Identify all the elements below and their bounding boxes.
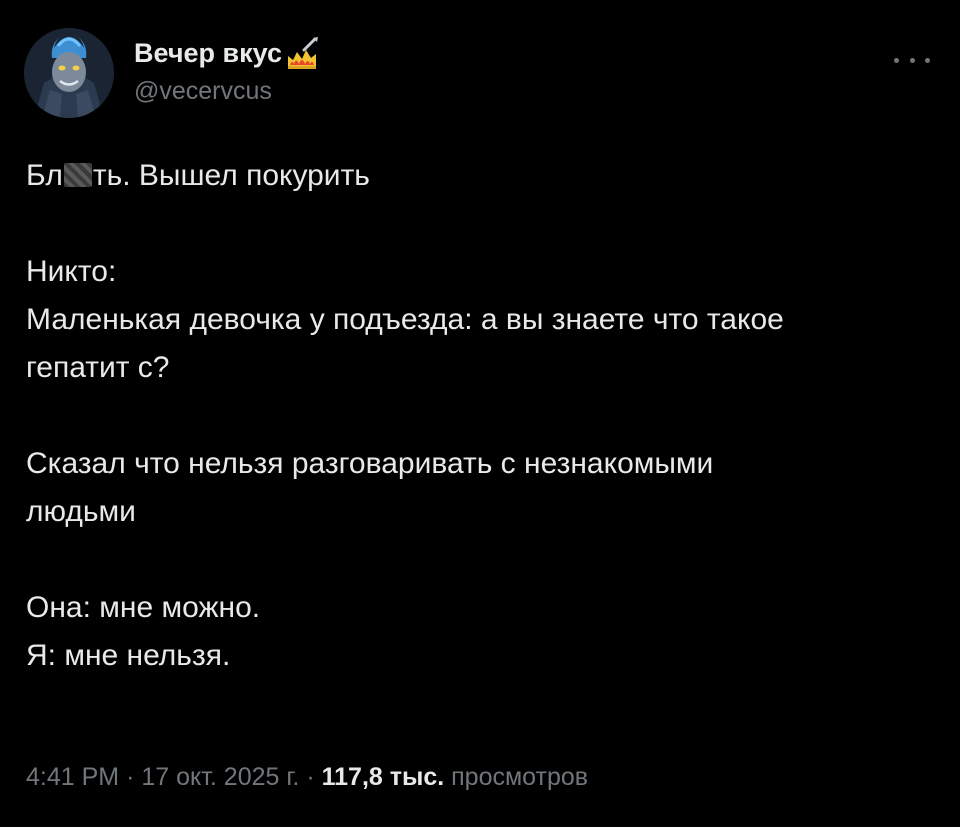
views-label: просмотров	[451, 763, 589, 791]
tweet-line-7: Она: мне можно.	[26, 591, 261, 624]
author-display-name[interactable]: Вечер вкус	[134, 36, 282, 70]
tweet-line-3: Маленькая девочка у подъезда: а вы знает…	[26, 303, 784, 336]
post-time[interactable]: 4:41 PM	[26, 763, 119, 791]
tweet-line-8: Я: мне нельзя.	[26, 639, 231, 672]
censor-blur	[63, 163, 92, 187]
tweet-line-1-prefix: Бл	[26, 159, 63, 192]
tweet-line-1: Бл ть. Вышел покурить	[26, 152, 941, 200]
tweet-line-5: Сказал что нельзя разговаривать с незнак…	[26, 447, 714, 480]
tweet-line-4: гепатит с?	[26, 351, 170, 384]
tweet-text: Бл ть. Вышел покурить Никто: Маленькая де…	[26, 152, 941, 680]
tweet-line-2: Никто:	[26, 255, 117, 288]
author-display-name-row[interactable]: Вечер вкус	[134, 36, 320, 70]
meta-separator: ·	[306, 763, 315, 791]
tweet-header: Вечер вкус @vecervcus	[24, 28, 936, 120]
more-dot	[925, 57, 930, 63]
crown-flame-icon	[284, 36, 320, 70]
author-names: Вечер вкус @vecervcus	[134, 36, 320, 106]
more-options-icon[interactable]	[894, 50, 930, 70]
avatar[interactable]	[24, 28, 114, 118]
author-handle[interactable]: @vecervcus	[134, 76, 320, 106]
meta-separator: ·	[126, 763, 135, 791]
post-date[interactable]: 17 окт. 2025 г.	[141, 763, 299, 791]
tweet: Вечер вкус @vecervcus Бл ть. Вышел покур…	[0, 0, 960, 827]
avatar-hades-icon	[24, 28, 114, 118]
more-dot	[894, 57, 899, 63]
tweet-line-6: людьми	[26, 495, 136, 528]
tweet-line-1-suffix: ть. Вышел покурить	[92, 159, 370, 192]
tweet-meta: 4:41 PM · 17 окт. 2025 г. · 117,8 тыс. п…	[26, 760, 588, 794]
views-count[interactable]: 117,8 тыс.	[322, 763, 445, 791]
more-dot	[909, 57, 915, 63]
